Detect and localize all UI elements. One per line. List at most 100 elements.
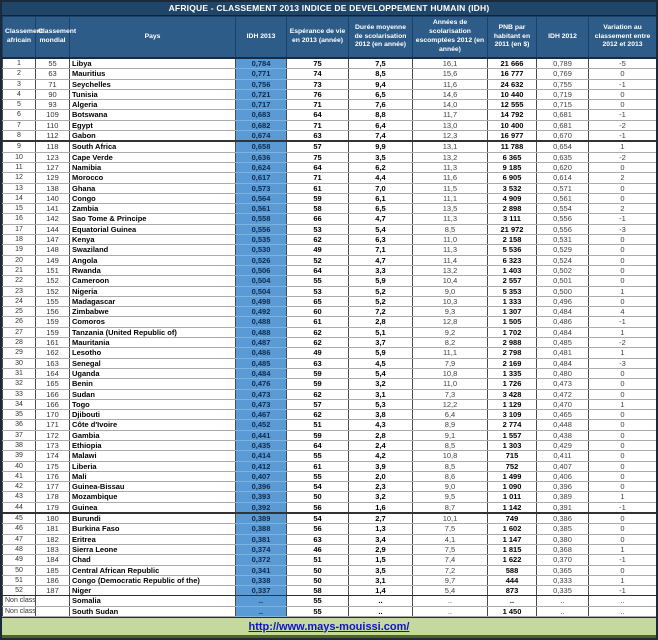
cell: 0,571	[536, 182, 589, 194]
cell: 9,0	[412, 481, 488, 493]
country-cell: Gabon	[69, 130, 236, 143]
cell: 172	[35, 429, 70, 441]
cell: ..	[412, 605, 488, 618]
header-pays: Pays	[69, 16, 236, 59]
cell: 1	[2, 57, 36, 70]
cell: 0,391	[536, 501, 589, 515]
table-row: 16 142 Sao Tome & Principe 0,558 66 4,7 11,3 3 …	[2, 213, 656, 225]
cell: 63	[286, 357, 349, 369]
cell: 0,554	[536, 203, 589, 215]
cell: 141	[35, 203, 70, 215]
cell: 50	[286, 574, 349, 587]
cell: 18	[2, 234, 36, 246]
cell: 0,481	[536, 347, 589, 359]
cell: 44	[2, 501, 36, 515]
cell: 0,380	[536, 533, 589, 545]
country-cell: Botswana	[69, 109, 236, 121]
cell: 159	[35, 326, 70, 339]
cell: 3	[2, 78, 36, 90]
cell: 51	[286, 554, 349, 566]
cell: 23	[2, 285, 36, 297]
cell: 64	[286, 264, 349, 277]
cell: 50	[286, 564, 349, 576]
country-cell: Namibia	[69, 161, 236, 174]
cell: ..	[588, 605, 656, 618]
hdi-table: Classement africain Classement mondial P…	[2, 16, 656, 618]
table-row: 26 159 Comoros 0,488 61 2,8 12,8 1 505 0,486 -1	[2, 316, 656, 328]
cell: 10,8	[412, 367, 488, 380]
table-row: 2 63 Mauritius 0,771 74 8,5 15,6 16 777 0,769 0	[2, 68, 656, 80]
table-row: Non classéSomalia..55..........	[2, 595, 656, 607]
cell: 0,504	[235, 275, 287, 287]
table-row: 44 179 Guinea 0,392 56 1,6 8,7 1 142 0,391 -1	[2, 501, 656, 515]
cell: 46	[2, 523, 36, 535]
table-row: 39 174 Malawi 0,414 55 4,2 10,8 715 0,411 0	[2, 450, 656, 462]
cell: 174	[35, 450, 70, 462]
cell: 3,5	[348, 564, 413, 576]
cell: 118	[35, 140, 70, 153]
country-cell: Swaziland	[69, 244, 236, 256]
cell: 1,3	[348, 523, 413, 535]
table-row: 1 55 Libya 0,784 75 7,5 16,1 21 666 0,789 -5	[2, 57, 656, 70]
cell: 5,1	[348, 326, 413, 339]
cell: 52	[2, 585, 36, 597]
table-row: 14 140 Congo 0,564 59 6,1 11,1 4 909 0,561 0	[2, 192, 656, 205]
cell: 1	[588, 140, 656, 153]
cell: 175	[35, 460, 70, 472]
cell: ..	[536, 595, 589, 607]
cell: 0	[588, 450, 656, 462]
table-body: 1 55 Libya 0,784 75 7,5 16,1 21 666 0,789 -5 2 63 Ma…	[2, 57, 656, 618]
cell: 0,473	[235, 388, 287, 400]
cell: 0,573	[235, 182, 287, 194]
cell: 9,3	[412, 306, 488, 318]
cell: 140	[35, 192, 70, 205]
table-row: 37 172 Gambia 0,441 59 2,8 9,1 1 557 0,438 0	[2, 429, 656, 441]
cell: 0,556	[536, 213, 589, 225]
cell: 752	[487, 460, 537, 472]
cell: 0	[588, 460, 656, 472]
cell: 0,561	[536, 192, 589, 205]
footer-band: http://www.mays-mouissi.com/	[2, 617, 656, 638]
cell: 4,2	[348, 450, 413, 462]
source-link[interactable]: http://www.mays-mouissi.com/	[249, 621, 410, 633]
cell: 1,6	[348, 501, 413, 515]
cell: 0,337	[235, 585, 287, 597]
country-cell: Cameroon	[69, 275, 236, 287]
cell: 163	[35, 357, 70, 369]
cell: 2 158	[487, 234, 537, 246]
cell: 49	[286, 347, 349, 359]
header-classement-mondial: Classement mondial	[35, 16, 76, 59]
cell: 8,8	[348, 109, 413, 121]
table-row: 5 93 Algeria 0,717 71 7,6 14,0 12 555 0,715 0	[2, 99, 656, 111]
cell: 0,756	[235, 78, 287, 90]
cell: 0,372	[235, 554, 287, 566]
cell: 0,392	[235, 501, 287, 515]
cell: 0	[588, 419, 656, 431]
header-idh-2013: IDH 2013	[235, 16, 287, 59]
cell: -1	[588, 213, 656, 225]
cell: 59	[286, 378, 349, 390]
cell: 0,338	[235, 574, 287, 587]
cell: 10,4	[412, 275, 488, 287]
cell: 71	[286, 119, 349, 132]
cell: 7,5	[348, 57, 413, 70]
cell: 5	[2, 99, 36, 111]
cell: 9,7	[412, 574, 488, 587]
table-row: 42 177 Guinea-Bissau 0,396 54 2,3 9,0 1 090 0,39…	[2, 481, 656, 493]
cell: 0,620	[536, 161, 589, 174]
country-cell: Senegal	[69, 357, 236, 369]
cell: Non classé	[2, 605, 36, 618]
cell: 40	[2, 460, 36, 472]
cell: 0,341	[235, 564, 287, 576]
cell: 64	[286, 161, 349, 174]
cell: 0,476	[235, 378, 287, 390]
cell: 22	[2, 275, 36, 287]
cell: -1	[588, 130, 656, 143]
cell: 2 798	[487, 347, 537, 359]
header-duree-scolarisation: Durée moyenne de scolarisation 2012 (en …	[348, 16, 413, 59]
cell: 93	[35, 99, 70, 111]
cell: 9	[2, 140, 36, 153]
cell: 16 977	[487, 130, 537, 143]
cell: 7,6	[348, 99, 413, 111]
country-cell: Chad	[69, 554, 236, 566]
